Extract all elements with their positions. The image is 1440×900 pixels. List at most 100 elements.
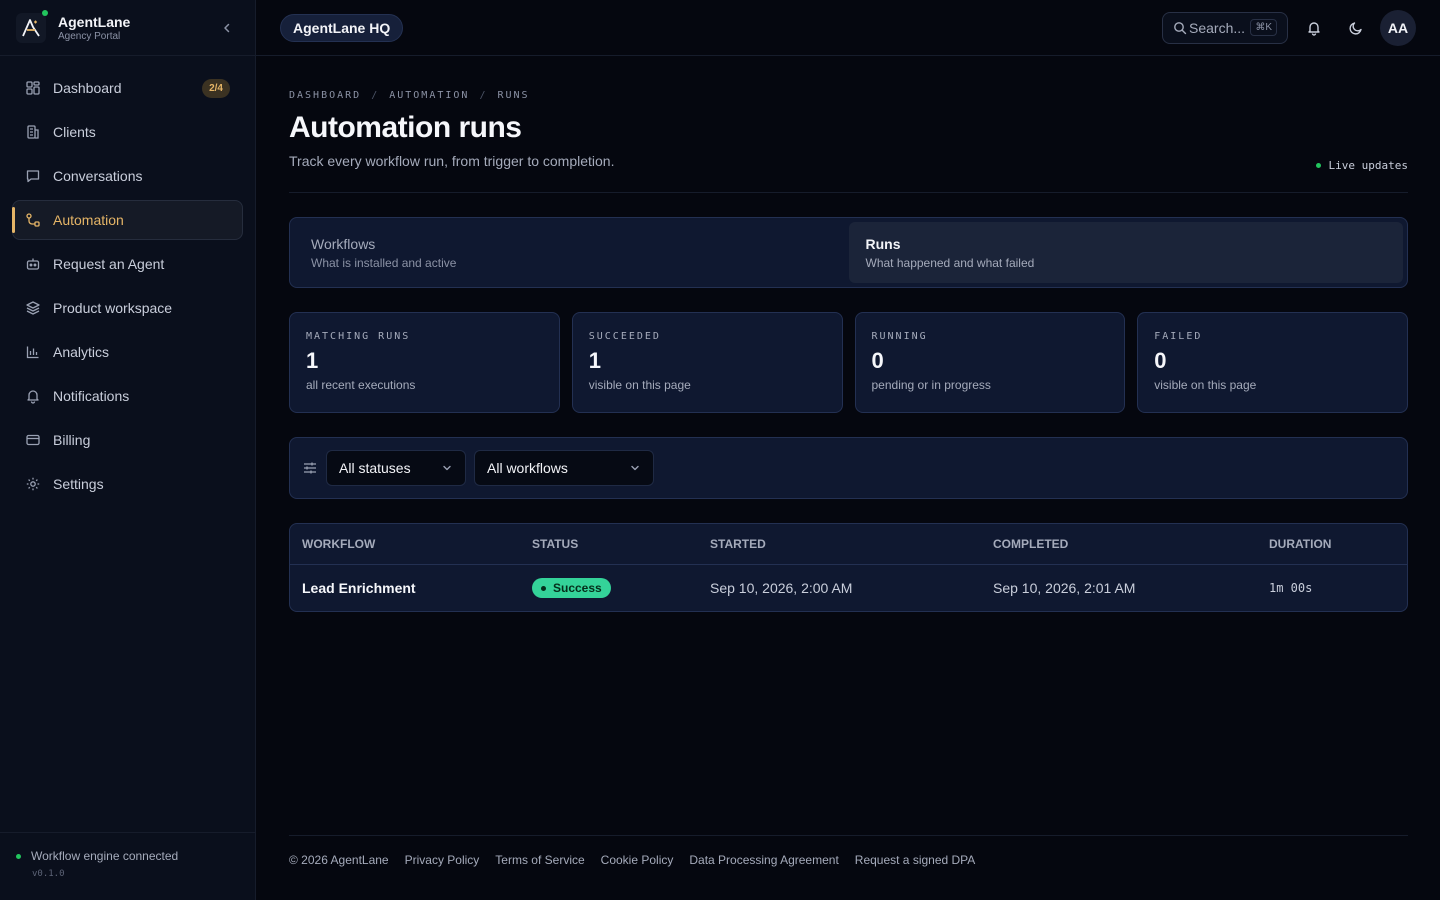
footer-link-dpa[interactable]: Data Processing Agreement xyxy=(689,853,838,867)
notifications-button[interactable] xyxy=(1298,12,1330,44)
status-dot xyxy=(16,853,21,859)
stat-note: all recent executions xyxy=(306,378,416,392)
workflow-filter-value: All workflows xyxy=(487,460,568,476)
sidebar-footer: Workflow engine connected v0.1.0 xyxy=(0,832,255,900)
column-header-status[interactable]: STATUS xyxy=(532,537,710,551)
sidebar-item-label: Clients xyxy=(53,124,96,140)
sidebar-item-label: Dashboard xyxy=(53,80,122,96)
status-badge: Success xyxy=(532,578,611,599)
footer-link-cookies[interactable]: Cookie Policy xyxy=(601,853,674,867)
app-version: v0.1.0 xyxy=(32,869,65,879)
building-icon xyxy=(25,124,41,140)
stat-note: visible on this page xyxy=(1154,378,1257,392)
dashboard-icon xyxy=(25,80,41,96)
chevron-left-icon xyxy=(224,23,230,32)
stat-card-running: RUNNING 0 pending or in progress xyxy=(854,312,1126,413)
tab-title: Runs xyxy=(865,236,901,252)
stat-label: MATCHING RUNS xyxy=(306,331,411,342)
status-badge-label: Success xyxy=(553,581,602,596)
logo-icon xyxy=(22,18,40,36)
breadcrumb: DASHBOARD / AUTOMATION / RUNS xyxy=(289,90,1408,101)
live-updates-label: Live updates xyxy=(1328,159,1408,172)
page-subtitle: Track every workflow run, from trigger t… xyxy=(289,153,615,169)
stat-label: FAILED xyxy=(1154,331,1203,342)
sliders-icon xyxy=(302,460,318,476)
run-duration: 1m 00s xyxy=(1269,581,1313,595)
workflow-icon xyxy=(25,212,41,228)
table-header: WORKFLOW STATUS STARTED COMPLETED DURATI… xyxy=(290,524,1407,565)
run-started: Sep 10, 2026, 2:00 AM xyxy=(710,580,853,596)
tab-title: Workflows xyxy=(311,236,376,252)
collapse-sidebar-button[interactable] xyxy=(215,16,239,40)
bar-chart-icon xyxy=(25,344,41,360)
sidebar-item-conversations[interactable]: Conversations xyxy=(12,156,243,196)
breadcrumb-dashboard[interactable]: DASHBOARD xyxy=(289,90,361,101)
status-filter-value: All statuses xyxy=(339,460,411,476)
footer-link-request-dpa[interactable]: Request a signed DPA xyxy=(855,853,976,867)
sidebar-item-product-workspace[interactable]: Product workspace xyxy=(12,288,243,328)
sidebar-item-settings[interactable]: Settings xyxy=(12,464,243,504)
breadcrumb-runs: RUNS xyxy=(497,90,530,101)
workflow-filter-select[interactable]: All workflows xyxy=(474,450,654,486)
brand-text: AgentLane Agency Portal xyxy=(58,14,130,42)
credit-card-icon xyxy=(25,432,41,448)
sidebar-item-automation[interactable]: Automation xyxy=(12,200,243,240)
sidebar-item-label: Request an Agent xyxy=(53,256,165,272)
search-button[interactable]: Search... ⌘K xyxy=(1162,11,1288,44)
sidebar-item-notifications[interactable]: Notifications xyxy=(12,376,243,416)
footer-link-privacy[interactable]: Privacy Policy xyxy=(405,853,480,867)
column-header-duration[interactable]: DURATION xyxy=(1269,537,1395,551)
sidebar-item-dashboard[interactable]: Dashboard 2/4 xyxy=(12,68,243,108)
stat-value: 0 xyxy=(871,348,884,373)
search-icon xyxy=(1174,21,1187,34)
stat-label: RUNNING xyxy=(871,331,928,342)
tab-workflows[interactable]: Workflows What is installed and active xyxy=(294,222,849,283)
sidebar-item-request-agent[interactable]: Request an Agent xyxy=(12,244,243,284)
sidebar-item-label: Automation xyxy=(53,212,124,228)
sidebar: AgentLane Agency Portal Dashboard 2/4 Cl… xyxy=(0,0,256,900)
moon-icon xyxy=(1349,21,1362,35)
main-content: DASHBOARD / AUTOMATION / RUNS Automation… xyxy=(289,56,1408,612)
sidebar-item-analytics[interactable]: Analytics xyxy=(12,332,243,372)
gear-icon xyxy=(25,476,41,492)
brand-logo[interactable] xyxy=(16,9,48,43)
status-filter-select[interactable]: All statuses xyxy=(326,450,466,486)
column-header-started[interactable]: STARTED xyxy=(710,537,993,551)
stats-row: MATCHING RUNS 1 all recent executions SU… xyxy=(289,312,1408,413)
breadcrumb-separator: / xyxy=(479,90,488,101)
engine-status: Workflow engine connected xyxy=(16,849,239,863)
workspace-switcher[interactable]: AgentLane HQ xyxy=(280,13,404,42)
user-avatar[interactable]: AA xyxy=(1380,9,1416,46)
chevron-down-icon xyxy=(441,462,453,474)
breadcrumb-separator: / xyxy=(371,90,380,101)
chat-icon xyxy=(25,168,41,184)
stat-card-matching-runs: MATCHING RUNS 1 all recent executions xyxy=(289,312,560,413)
sidebar-item-label: Product workspace xyxy=(53,300,173,316)
run-workflow-name[interactable]: Lead Enrichment xyxy=(302,580,532,596)
tab-description: What is installed and active xyxy=(311,256,457,270)
sidebar-item-clients[interactable]: Clients xyxy=(12,112,243,152)
column-header-workflow[interactable]: WORKFLOW xyxy=(302,537,532,551)
run-status-cell: Success xyxy=(532,578,710,599)
run-completed: Sep 10, 2026, 2:01 AM xyxy=(993,580,1136,596)
sidebar-nav: Dashboard 2/4 Clients Conversations Auto… xyxy=(0,56,255,504)
column-header-completed[interactable]: COMPLETED xyxy=(993,537,1269,551)
bell-icon xyxy=(1308,21,1320,36)
runs-table: WORKFLOW STATUS STARTED COMPLETED DURATI… xyxy=(289,523,1408,612)
copyright: © 2026 AgentLane xyxy=(289,853,389,867)
tab-runs[interactable]: Runs What happened and what failed xyxy=(848,222,1403,283)
status-badge-dot xyxy=(541,585,546,591)
bot-icon xyxy=(25,256,41,272)
theme-toggle-button[interactable] xyxy=(1340,12,1372,44)
topbar-actions: Search... ⌘K AA xyxy=(1162,9,1416,46)
footer-link-terms[interactable]: Terms of Service xyxy=(495,853,584,867)
table-row[interactable]: Lead Enrichment Success Sep 10, 2026, 2:… xyxy=(290,565,1407,611)
page-subtitle-row: Track every workflow run, from trigger t… xyxy=(289,153,1408,193)
stat-value: 0 xyxy=(1154,348,1167,373)
stat-value: 1 xyxy=(588,348,601,373)
breadcrumb-automation[interactable]: AUTOMATION xyxy=(389,90,469,101)
brand-subtitle: Agency Portal xyxy=(58,30,121,42)
page-footer: © 2026 AgentLane Privacy Policy Terms of… xyxy=(289,835,1408,867)
sidebar-item-billing[interactable]: Billing xyxy=(12,420,243,460)
filter-bar: All statuses All workflows xyxy=(289,437,1408,499)
